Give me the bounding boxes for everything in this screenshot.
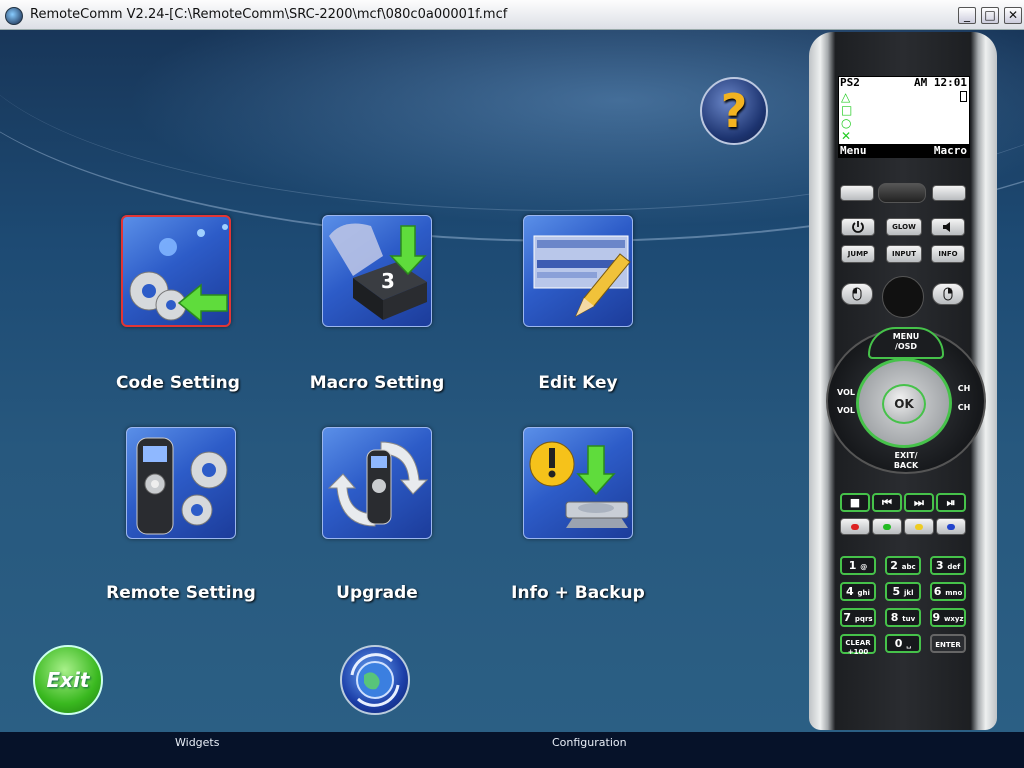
globe-button[interactable] xyxy=(340,645,410,715)
edit-key-button[interactable] xyxy=(523,215,633,327)
upgrade-button[interactable] xyxy=(322,427,432,539)
key-clear[interactable]: CLEAR +100 xyxy=(840,634,876,656)
ok-button[interactable]: OK xyxy=(882,384,926,424)
svg-text:3: 3 xyxy=(381,269,395,293)
back-label-remote[interactable]: BACK xyxy=(883,461,929,470)
macro-box-icon: 3 xyxy=(329,223,427,320)
stop-button[interactable]: ■ xyxy=(840,493,870,512)
remote-gears-icon xyxy=(136,437,228,535)
code-setting-button[interactable] xyxy=(121,215,231,327)
info-button[interactable]: INFO xyxy=(931,245,965,263)
dpad[interactable] xyxy=(856,358,952,448)
rewind-button[interactable]: ⏮ xyxy=(872,493,902,512)
info-drive-icon xyxy=(529,441,629,528)
upgrade-label: Upgrade xyxy=(336,583,418,603)
window-title: RemoteComm V2.24-[C:\RemoteComm\SRC-2200… xyxy=(30,7,508,22)
menu-osd-button[interactable]: MENU /OSD xyxy=(868,327,944,359)
key-9[interactable]: 9 wxyz xyxy=(930,608,966,627)
touchpad-button[interactable] xyxy=(882,276,924,318)
info-backup-button[interactable] xyxy=(523,427,633,539)
mute-button[interactable] xyxy=(931,218,965,236)
power-icon xyxy=(852,221,864,233)
key-2[interactable]: 2 abc xyxy=(885,556,921,575)
play-pause-button[interactable]: ⏯ xyxy=(936,493,966,512)
upgrade-arrows-icon xyxy=(327,441,429,527)
key-enter[interactable]: ENTER xyxy=(930,634,966,653)
menu-label: MENU xyxy=(892,332,920,341)
ch-down-label[interactable]: CH xyxy=(955,403,973,412)
glow-button[interactable]: GLOW xyxy=(886,218,922,236)
title-bar: RemoteComm V2.24-[C:\RemoteComm\SRC-2200… xyxy=(0,0,1024,30)
edit-pencil-icon xyxy=(533,235,631,318)
navigation-ring xyxy=(826,328,986,474)
osd-label: /OSD xyxy=(894,342,918,351)
key-7[interactable]: 7 pqrs xyxy=(840,608,876,627)
code-setting-label: Code Setting xyxy=(116,373,240,393)
minimize-button[interactable]: _ xyxy=(958,7,976,24)
bottom-bar: Widgets Configuration xyxy=(0,732,1024,768)
main-panel: ? Code Setting 3 Macro Setting Edit Key … xyxy=(0,30,1024,732)
mouse-right-button[interactable] xyxy=(932,283,964,305)
edit-key-label: Edit Key xyxy=(538,373,618,393)
mouse-right-icon xyxy=(943,287,953,301)
exit-button[interactable]: Exit xyxy=(33,645,103,715)
globe-icon xyxy=(350,653,400,707)
tab-widgets[interactable]: Widgets xyxy=(175,736,219,749)
remote-setting-label: Remote Setting xyxy=(106,583,256,603)
key-0[interactable]: 0 ␣ xyxy=(885,634,921,653)
key-8[interactable]: 8 tuv xyxy=(885,608,921,627)
info-backup-label: Info + Backup xyxy=(511,583,645,603)
mouse-left-button[interactable] xyxy=(841,283,873,305)
help-button[interactable]: ? xyxy=(700,77,768,145)
exit-label-remote[interactable]: EXIT/ xyxy=(883,451,929,460)
yellow-button[interactable] xyxy=(904,518,934,535)
remote-setting-button[interactable] xyxy=(126,427,236,539)
blue-button[interactable] xyxy=(936,518,966,535)
vol-down-label[interactable]: VOL xyxy=(836,406,856,415)
key-3[interactable]: 3 def xyxy=(930,556,966,575)
input-button[interactable]: INPUT xyxy=(886,245,922,263)
macro-setting-label: Macro Setting xyxy=(309,373,445,393)
key-6[interactable]: 6 mno xyxy=(930,582,966,601)
question-icon: ? xyxy=(720,84,748,138)
exit-label: Exit xyxy=(46,668,90,692)
fast-forward-button[interactable]: ⏭ xyxy=(904,493,934,512)
key-5[interactable]: 5 jkl xyxy=(885,582,921,601)
green-button[interactable] xyxy=(872,518,902,535)
gear-arrow-icon xyxy=(129,224,228,323)
jump-button[interactable]: JUMP xyxy=(841,245,875,263)
close-button[interactable]: ✕ xyxy=(1004,7,1022,24)
vol-up-label[interactable]: VOL xyxy=(836,388,856,397)
key-1[interactable]: 1 @ xyxy=(840,556,876,575)
speaker-icon xyxy=(943,222,950,232)
maximize-button[interactable]: □ xyxy=(981,7,999,24)
red-button[interactable] xyxy=(840,518,870,535)
macro-setting-button[interactable]: 3 xyxy=(322,215,432,327)
mouse-left-icon xyxy=(852,287,862,301)
key-4[interactable]: 4 ghi xyxy=(840,582,876,601)
tab-configuration[interactable]: Configuration xyxy=(552,736,627,749)
ch-up-label[interactable]: CH xyxy=(955,384,973,393)
app-icon xyxy=(5,7,23,25)
